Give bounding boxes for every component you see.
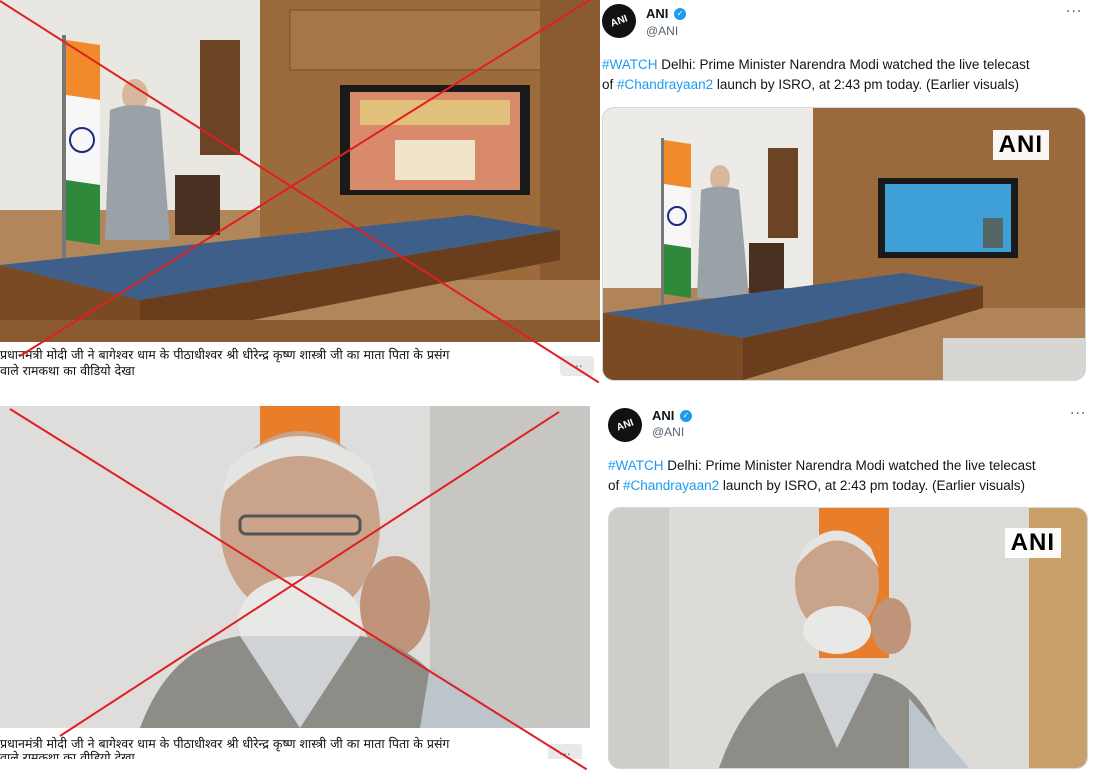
hashtag-link[interactable]: #WATCH [608,458,664,473]
watermark-logo: ANI [992,130,1049,160]
tweet-text: #WATCH Delhi: Prime Minister Narendra Mo… [608,456,1096,496]
account-handle[interactable]: @ANI [652,425,684,439]
account-handle[interactable]: @ANI [646,24,678,38]
hashtag-link[interactable]: #Chandrayaan2 [617,77,713,92]
tweet-text-line: launch by ISRO, at 2:43 pm today. (Earli… [719,478,1025,493]
verified-badge-icon: ✓ [680,410,692,422]
hashtag-link[interactable]: #WATCH [602,57,658,72]
watermark-logo: ANI [1004,528,1061,558]
account-name[interactable]: ANI [646,6,668,21]
more-options-icon[interactable]: ··· [1066,4,1082,20]
caption-line-2: वाले रामकथा का वीडियो देखा [0,363,135,378]
tweet-text-prefix: of [602,77,618,92]
hashtag-link[interactable]: #Chandrayaan2 [623,478,719,493]
tweet-media[interactable]: ANI [608,507,1088,769]
account-name[interactable]: ANI [652,408,674,423]
tweet-text: #WATCH Delhi: Prime Minister Narendra Mo… [602,55,1092,95]
tweet-text-line: Delhi: Prime Minister Narendra Modi watc… [663,458,1036,473]
verified-badge-icon: ✓ [674,8,686,20]
tweet-text-line: Delhi: Prime Minister Narendra Modi watc… [657,57,1030,72]
fake-closeup-photo [0,406,590,728]
caption-line-2: वाले रामकथा का वीडियो देखा [0,750,135,759]
avatar[interactable]: ANI [603,403,647,447]
tweet-card[interactable]: ANI ANI ✓ @ANI ··· #WATCH Delhi: Prime M… [600,400,1100,769]
caption-line-1: प्रधानमंत्री मोदी जी ने बागेश्वर धाम के … [0,347,450,362]
caption-line-1: प्रधानमंत्री मोदी जी ने बागेश्वर धाम के … [0,736,450,751]
tweet-text-line: launch by ISRO, at 2:43 pm today. (Earli… [713,77,1019,92]
fake-room-photo [0,0,600,342]
tweet-media[interactable]: ANI [602,107,1086,381]
tweet-card[interactable]: ANI ANI ✓ @ANI ··· #WATCH Delhi: Prime M… [597,0,1100,390]
tweet-text-prefix: of [608,478,624,493]
avatar[interactable]: ANI [597,0,641,43]
more-options-icon[interactable]: ··· [1070,406,1086,422]
